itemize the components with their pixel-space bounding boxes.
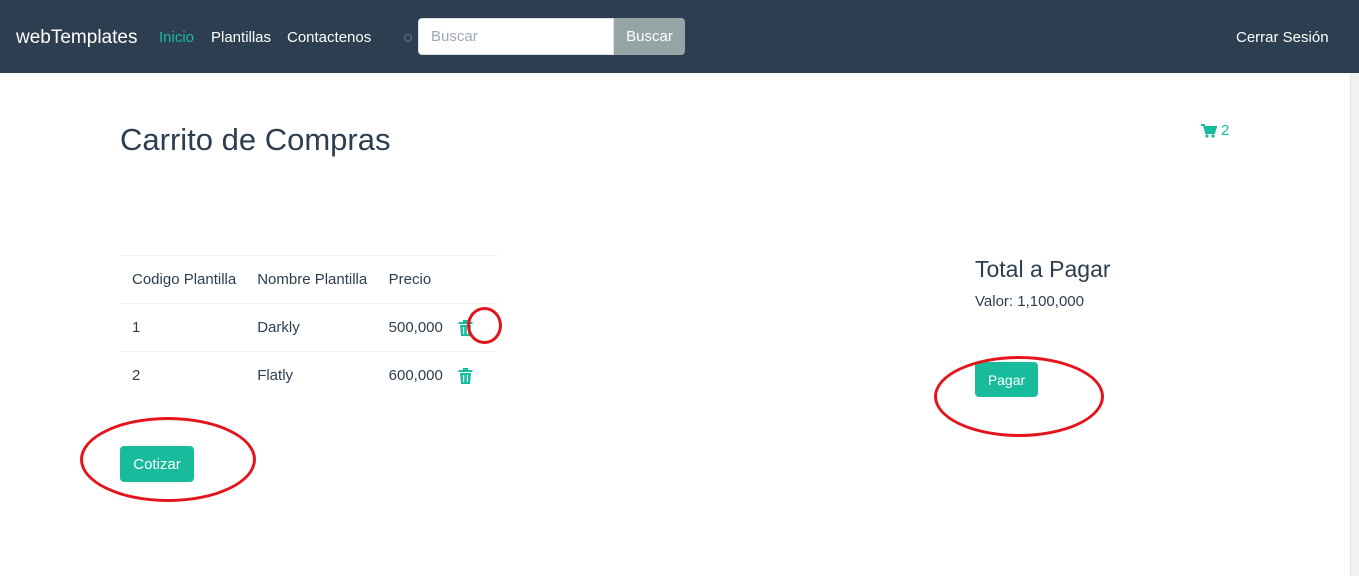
pagar-button[interactable]: Pagar (975, 362, 1038, 397)
cell-price: 500,000 (388, 319, 443, 336)
header-nombre: Nombre Plantilla (257, 271, 368, 288)
table-row: 2 Flatly 600,000 (120, 351, 498, 400)
cart-table: Codigo Plantilla Nombre Plantilla Precio… (120, 255, 498, 399)
trash-icon[interactable] (458, 319, 473, 336)
nav-link-contactenos[interactable]: Contactenos (287, 29, 371, 46)
page-scrollbar[interactable] (1350, 73, 1359, 576)
search-icon (404, 34, 412, 42)
nav-link-inicio[interactable]: Inicio (159, 29, 194, 46)
cart-indicator[interactable]: 2 (1201, 122, 1229, 139)
cell-price: 600,000 (388, 367, 443, 384)
shopping-cart-icon (1201, 123, 1217, 138)
search-input[interactable] (418, 18, 614, 55)
cell-name: Darkly (257, 319, 300, 336)
search-button[interactable]: Buscar (614, 18, 685, 55)
cell-code: 1 (132, 319, 141, 336)
cell-delete (448, 352, 498, 400)
cell-delete (448, 304, 498, 352)
brand-link[interactable]: webTemplates (16, 27, 137, 49)
table-header-row: Codigo Plantilla Nombre Plantilla Precio (120, 255, 498, 304)
header-precio: Precio (388, 271, 432, 288)
total-value: Valor: 1,100,000 (975, 293, 1084, 310)
header-actions (448, 256, 498, 304)
cart-count: 2 (1221, 122, 1230, 139)
logout-link[interactable]: Cerrar Sesión (1236, 29, 1329, 46)
header-codigo: Codigo Plantilla (132, 271, 237, 288)
navbar: webTemplates Inicio Plantillas Contacten… (0, 0, 1359, 73)
trash-icon[interactable] (458, 367, 473, 384)
cotizar-button[interactable]: Cotizar (120, 446, 194, 482)
page-title: Carrito de Compras (120, 122, 391, 157)
cell-code: 2 (132, 367, 141, 384)
cell-name: Flatly (257, 367, 294, 384)
nav-link-plantillas[interactable]: Plantillas (211, 29, 271, 46)
table-row: 1 Darkly 500,000 (120, 303, 498, 352)
total-heading: Total a Pagar (975, 256, 1111, 282)
